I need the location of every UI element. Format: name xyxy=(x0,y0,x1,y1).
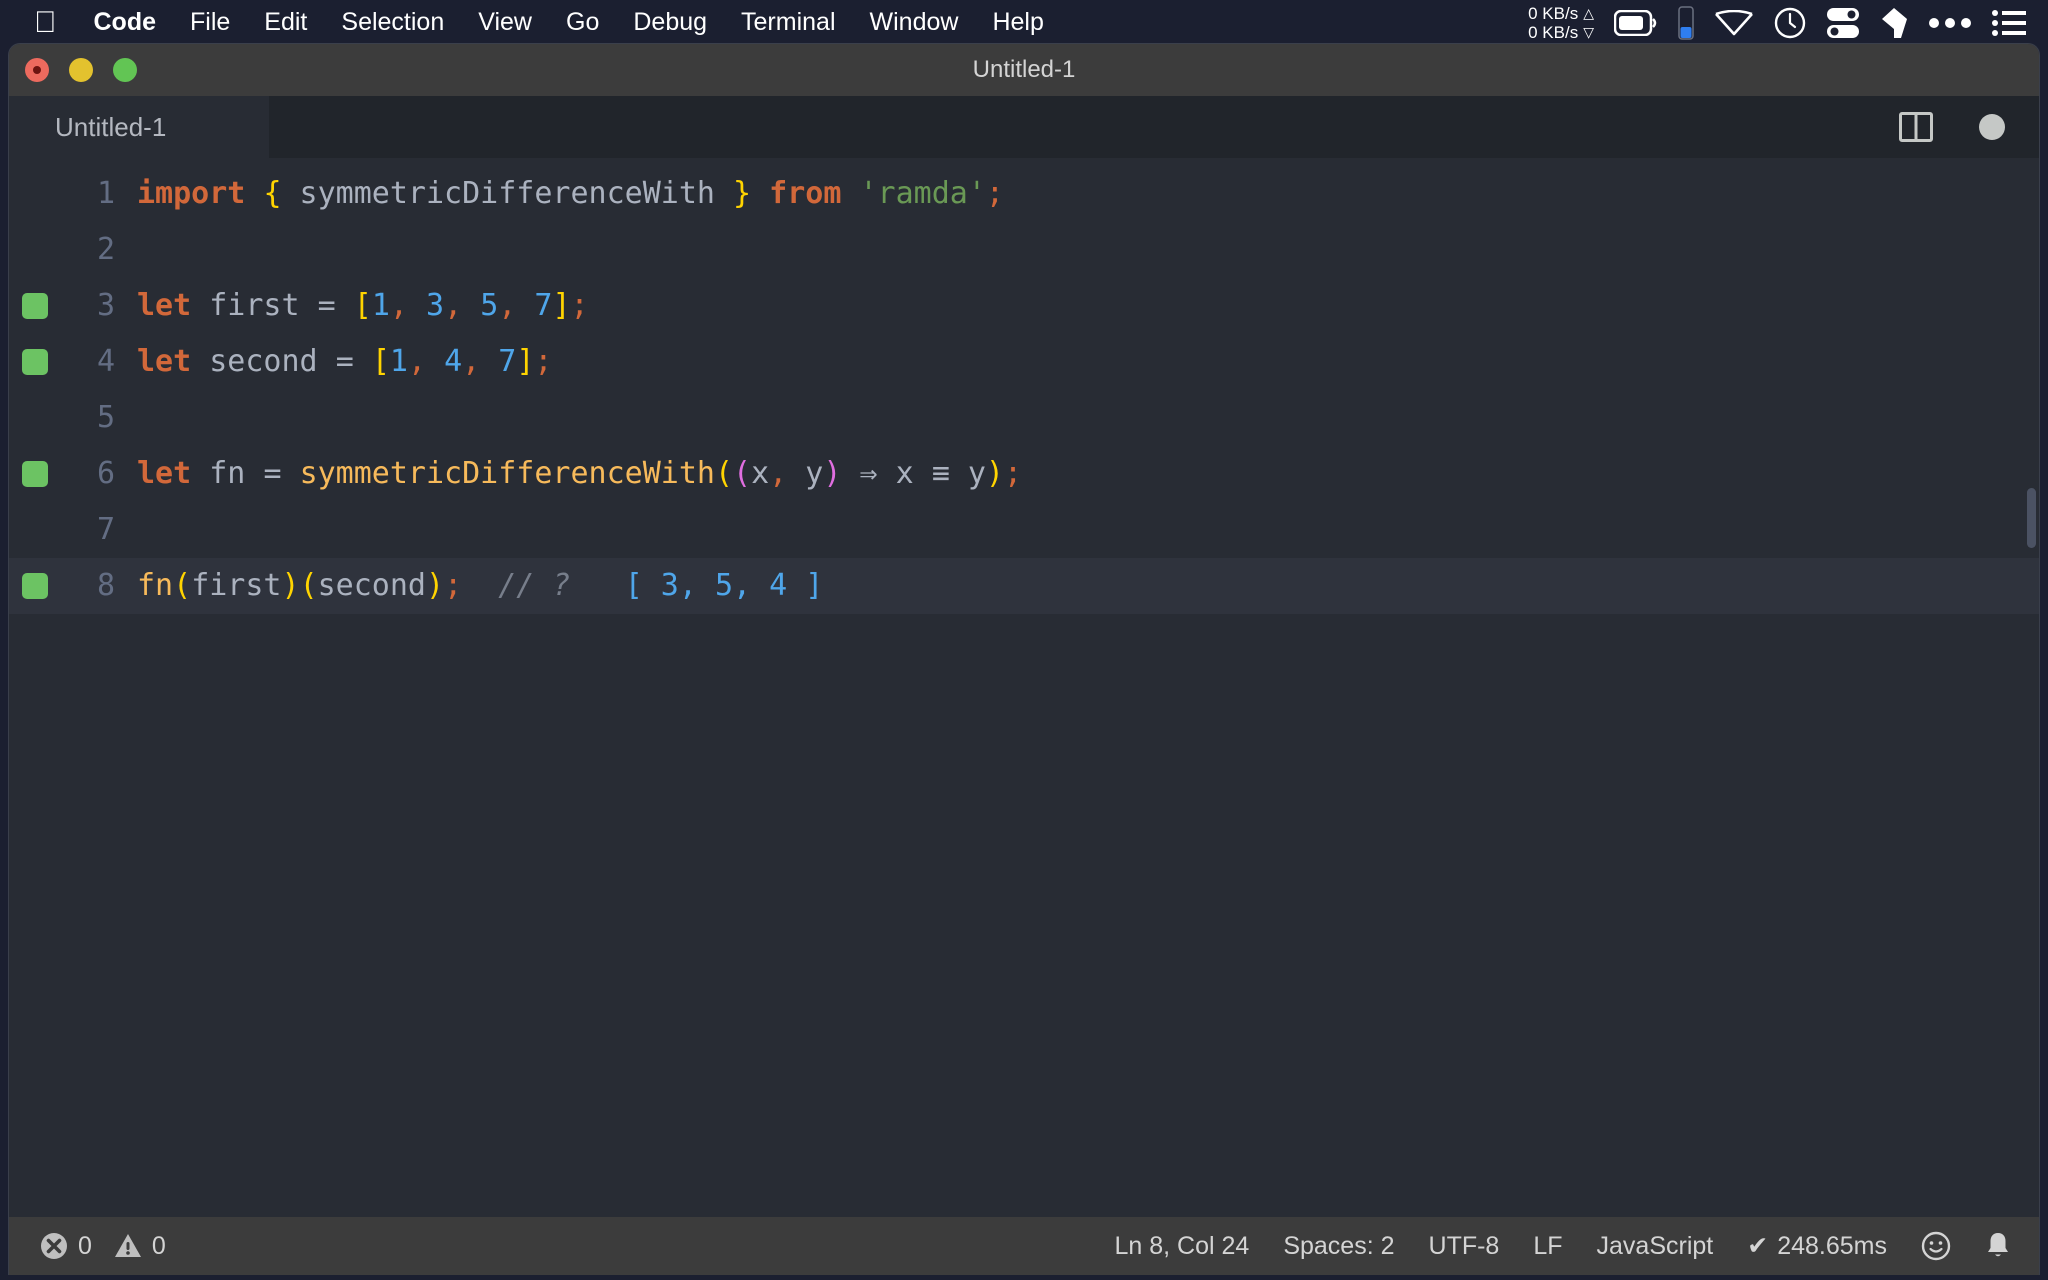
close-button[interactable] xyxy=(25,58,49,82)
eraser-icon[interactable] xyxy=(1880,7,1908,39)
bell-icon[interactable] xyxy=(1985,1231,2011,1261)
code-line[interactable]: 8 fn(first)(second); // ? [ 3, 5, 4 ] xyxy=(9,558,2039,614)
code-line[interactable]: 5 xyxy=(9,390,2039,446)
macos-menu-bar:  Code File Edit Selection View Go Debug… xyxy=(0,0,2048,45)
code-line[interactable]: 3 let first = [1, 3, 5, 7]; xyxy=(9,278,2039,334)
tabbar-empty-space xyxy=(269,96,1899,158)
wifi-icon[interactable] xyxy=(1714,9,1754,36)
error-count: 0 xyxy=(78,1231,92,1260)
quokka-coverage-marker xyxy=(22,293,48,319)
maximize-button[interactable] xyxy=(113,58,137,82)
menu-item-selection[interactable]: Selection xyxy=(324,0,461,45)
battery-icon[interactable] xyxy=(1614,9,1658,36)
traffic-lights xyxy=(25,44,137,96)
clock-icon[interactable] xyxy=(1774,7,1806,39)
line-number: 5 xyxy=(96,400,115,435)
toggles-icon[interactable] xyxy=(1826,7,1860,39)
error-icon xyxy=(39,1231,69,1261)
network-speed-indicator[interactable]: 0 KB/s 0 KB/s △ ▽ xyxy=(1528,4,1594,42)
status-bar-right: Ln 8, Col 24 Spaces: 2 UTF-8 LF JavaScri… xyxy=(1115,1231,2040,1261)
line-number: 7 xyxy=(96,512,115,547)
quokka-coverage-marker xyxy=(22,573,48,599)
minimize-button[interactable] xyxy=(69,58,93,82)
code-text: let first = [1, 3, 5, 7]; xyxy=(137,288,589,323)
menu-item-debug[interactable]: Debug xyxy=(616,0,724,45)
menu-item-code[interactable]: Code xyxy=(77,0,174,45)
menu-item-help[interactable]: Help xyxy=(975,0,1060,45)
vertical-scrollbar[interactable] xyxy=(2027,488,2036,548)
problems-status[interactable]: 0 0 xyxy=(39,1231,166,1261)
editor-actions xyxy=(1899,96,2039,158)
code-line[interactable]: 7 xyxy=(9,502,2039,558)
network-download-value: 0 KB/s xyxy=(1528,22,1579,42)
editor-tab-bar: Untitled-1 xyxy=(9,96,2039,158)
code-line[interactable]: 1 import { symmetricDifferenceWith } from… xyxy=(9,166,2039,222)
encoding-setting[interactable]: UTF-8 xyxy=(1429,1232,1500,1261)
code-text: import { symmetricDifferenceWith } from … xyxy=(137,176,1004,211)
menu-item-view[interactable]: View xyxy=(461,0,549,45)
menu-item-edit[interactable]: Edit xyxy=(247,0,324,45)
menu-item-window[interactable]: Window xyxy=(853,0,976,45)
smiley-icon[interactable] xyxy=(1921,1231,1951,1261)
code-line[interactable]: 2 xyxy=(9,222,2039,278)
window-titlebar: Untitled-1 xyxy=(9,44,2039,96)
language-mode[interactable]: JavaScript xyxy=(1597,1232,1714,1261)
line-number: 1 xyxy=(96,176,115,211)
unsaved-dot-icon[interactable] xyxy=(1979,114,2005,140)
menu-bar-items:  Code File Edit Selection View Go Debug… xyxy=(0,0,1061,45)
code-editor[interactable]: 1 import { symmetricDifferenceWith } from… xyxy=(9,158,2039,1218)
check-icon: ✔ xyxy=(1747,1232,1769,1260)
quokka-coverage-marker xyxy=(22,349,48,375)
code-text: let second = [1, 4, 7]; xyxy=(137,344,553,379)
tab-label: Untitled-1 xyxy=(55,111,167,142)
status-bar: 0 0 Ln 8, Col 24 Spaces: 2 UTF-8 LF Java… xyxy=(9,1217,2040,1275)
run-time-value: 248.65ms xyxy=(1777,1231,1887,1260)
code-text: let fn = symmetricDifferenceWith((x, y) … xyxy=(137,456,1023,491)
code-text: fn(first)(second); // ? [ 3, 5, 4 ] xyxy=(137,568,824,603)
code-line[interactable]: 6 let fn = symmetricDifferenceWith((x, y)… xyxy=(9,446,2039,502)
vscode-window: Untitled-1 Untitled-1 1 import { symmetri… xyxy=(8,43,2040,1275)
tab-untitled-1[interactable]: Untitled-1 xyxy=(9,96,269,158)
line-number: 2 xyxy=(96,232,115,267)
window-title: Untitled-1 xyxy=(972,56,1076,83)
network-upload-value: 0 KB/s xyxy=(1528,3,1579,23)
eol-setting[interactable]: LF xyxy=(1533,1232,1562,1261)
code-lines-container: 1 import { symmetricDifferenceWith } from… xyxy=(9,158,2039,614)
menu-bar-tray: 0 KB/s 0 KB/s △ ▽ xyxy=(1528,0,2048,45)
ellipsis-icon[interactable] xyxy=(1928,17,1972,29)
memory-bar-icon[interactable] xyxy=(1678,5,1694,40)
status-bar-left: 0 0 xyxy=(9,1231,166,1261)
menu-item-file[interactable]: File xyxy=(173,0,247,45)
menu-item-terminal[interactable]: Terminal xyxy=(724,0,852,45)
menu-item-go[interactable]: Go xyxy=(549,0,616,45)
upload-arrow-icon: △ xyxy=(1583,4,1594,21)
cursor-position[interactable]: Ln 8, Col 24 xyxy=(1115,1232,1250,1261)
quokka-run-status[interactable]: ✔ 248.65ms xyxy=(1747,1231,1887,1261)
code-line[interactable]: 4 let second = [1, 4, 7]; xyxy=(9,334,2039,390)
quokka-coverage-marker xyxy=(22,461,48,487)
indentation-setting[interactable]: Spaces: 2 xyxy=(1283,1232,1394,1261)
list-menu-icon[interactable] xyxy=(1992,9,2026,37)
split-editor-icon[interactable] xyxy=(1899,112,1933,142)
warning-count: 0 xyxy=(151,1231,166,1260)
apple-logo-icon[interactable]:  xyxy=(0,7,77,38)
unsaved-indicator-dot xyxy=(33,66,41,74)
download-arrow-icon: ▽ xyxy=(1583,23,1594,40)
warning-icon xyxy=(113,1231,143,1261)
